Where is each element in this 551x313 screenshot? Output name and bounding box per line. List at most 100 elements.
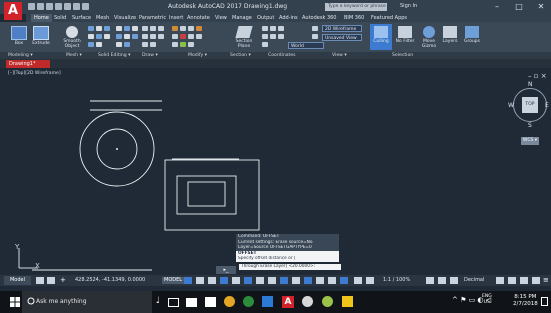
view-tool-icon[interactable]	[312, 26, 318, 31]
plot-icon[interactable]	[64, 3, 71, 10]
ucs-tool-icon[interactable]	[278, 34, 284, 39]
solid-edit-tool-icon[interactable]	[124, 42, 130, 47]
maximize-button[interactable]: □	[509, 1, 529, 13]
panel-modify[interactable]: Modify ▾	[188, 52, 207, 59]
tab-manage[interactable]: Manage	[232, 14, 252, 22]
ucs-tool-icon[interactable]	[270, 34, 276, 39]
file-explorer-icon[interactable]	[186, 298, 197, 307]
modify-tool-icon[interactable]	[180, 42, 186, 47]
drawing-tab[interactable]: Drawing1*	[6, 60, 50, 68]
solid-edit-tool-icon[interactable]	[124, 34, 130, 39]
panel-section[interactable]: Section ▾	[230, 52, 251, 59]
layers-button[interactable]: Layers	[440, 26, 460, 44]
menu-icon[interactable]: ≡	[543, 276, 549, 284]
panel-mesh[interactable]: Mesh ▾	[66, 52, 82, 59]
modify-tool-icon[interactable]	[188, 34, 194, 39]
panel-draw[interactable]: Draw ▾	[142, 52, 158, 59]
mesh-tool-icon[interactable]	[96, 26, 102, 31]
modify-tool-icon[interactable]	[188, 42, 194, 47]
transparency-icon[interactable]	[280, 277, 288, 284]
no-filter-button[interactable]: No Filter	[394, 26, 416, 44]
ortho-toggle-icon[interactable]	[208, 277, 216, 284]
minimize-button[interactable]: –	[487, 1, 507, 13]
customization-icon[interactable]	[532, 277, 540, 284]
draw-tool-icon[interactable]	[158, 34, 164, 39]
annotation-monitor-icon[interactable]	[438, 277, 446, 284]
units-dropdown[interactable]: Decimal	[464, 277, 484, 283]
solid-edit-tool-icon[interactable]	[116, 42, 122, 47]
command-prompt[interactable]: Specify offset distance or [	[236, 256, 339, 262]
inner-rectangle-entity[interactable]	[187, 181, 226, 207]
saved-view-dropdown[interactable]: Unsaved View	[322, 34, 362, 41]
solid-edit-tool-icon[interactable]	[132, 26, 138, 31]
app-icon[interactable]	[302, 296, 313, 307]
mesh-tool-icon[interactable]	[96, 42, 102, 47]
language-indicator[interactable]: ENG US	[482, 294, 492, 306]
draw-tool-icon[interactable]	[142, 42, 148, 47]
tab-surface[interactable]: Surface	[72, 14, 91, 22]
edge-icon[interactable]	[262, 296, 273, 307]
save-icon[interactable]	[46, 3, 53, 10]
isodraft-toggle-icon[interactable]	[232, 277, 240, 284]
modify-tool-icon[interactable]	[172, 26, 178, 31]
tab-autodesk-360[interactable]: Autodesk 360	[302, 14, 337, 22]
command-window[interactable]: Command: OFFSET Current settings: Erase …	[236, 234, 339, 264]
mesh-tool-icon[interactable]	[88, 26, 94, 31]
chrome-icon[interactable]	[224, 296, 235, 307]
redo-icon[interactable]	[82, 3, 89, 10]
ucs-tool-icon[interactable]	[262, 34, 268, 39]
box-button[interactable]: Box	[10, 26, 28, 46]
save-as-icon[interactable]	[55, 3, 62, 10]
panel-selection[interactable]: Selection	[392, 52, 413, 59]
viewcube-east[interactable]: E	[545, 102, 549, 109]
tab-visualize[interactable]: Visualize	[114, 14, 136, 22]
3d-osnap-icon[interactable]	[304, 277, 312, 284]
osnap-tracking-icon[interactable]	[244, 277, 252, 284]
app-icon[interactable]	[243, 296, 254, 307]
viewcube-north[interactable]: N	[528, 81, 533, 88]
undo-icon[interactable]	[73, 3, 80, 10]
wcs-menu[interactable]: WCS ▾	[521, 137, 539, 145]
tab-mesh[interactable]: Mesh	[96, 14, 109, 22]
ucs-world-dropdown[interactable]: World	[288, 42, 324, 49]
ucs-tool-icon[interactable]	[262, 26, 268, 31]
smooth-object-button[interactable]: Smooth Object	[60, 26, 84, 49]
modify-tool-icon[interactable]	[196, 34, 202, 39]
model-space-button[interactable]: MODEL	[162, 277, 185, 284]
modify-tool-icon[interactable]	[188, 26, 194, 31]
microphone-icon[interactable]: ♩	[152, 296, 164, 308]
draw-tool-icon[interactable]	[150, 34, 156, 39]
annotation-visibility-icon[interactable]	[354, 277, 362, 284]
tab-add-ins[interactable]: Add-ins	[279, 14, 298, 22]
tab-output[interactable]: Output	[257, 14, 274, 22]
viewcube-top-face[interactable]: TOP	[522, 97, 538, 113]
units-icon[interactable]	[450, 277, 458, 284]
view-tool-icon[interactable]	[312, 34, 318, 39]
sign-in-link[interactable]: Sign In	[400, 3, 417, 9]
command-icon[interactable]: ▸_	[216, 266, 236, 274]
draw-tool-icon[interactable]	[142, 34, 148, 39]
modify-tool-icon[interactable]	[180, 26, 186, 31]
tab-home[interactable]: Home	[31, 14, 52, 22]
selection-filter-icon[interactable]	[328, 277, 336, 284]
isolate-objects-icon[interactable]	[520, 277, 528, 284]
ucs-tool-icon[interactable]	[270, 26, 276, 31]
section-plane-button[interactable]: Section Plane	[232, 26, 256, 49]
draw-tool-icon[interactable]	[150, 26, 156, 31]
quick-properties-icon[interactable]	[496, 277, 504, 284]
app-icon[interactable]	[322, 296, 333, 307]
new-icon[interactable]	[28, 3, 35, 10]
ucs-tool-icon[interactable]	[262, 42, 268, 47]
autocad-taskbar-icon[interactable]: A	[282, 296, 294, 308]
open-icon[interactable]	[37, 3, 44, 10]
tab-view[interactable]: View	[215, 14, 227, 22]
lock-ui-icon[interactable]	[508, 277, 516, 284]
viewcube-west[interactable]: W	[508, 102, 514, 109]
workspace-gear-icon[interactable]	[426, 277, 434, 284]
snap-toggle-icon[interactable]	[196, 277, 204, 284]
lineweight-icon[interactable]	[268, 277, 276, 284]
solid-edit-tool-icon[interactable]	[116, 34, 122, 39]
annotation-scale[interactable]: 1:1 / 100%	[383, 277, 410, 283]
app-icon[interactable]	[342, 296, 353, 307]
solid-edit-tool-icon[interactable]	[132, 34, 138, 39]
